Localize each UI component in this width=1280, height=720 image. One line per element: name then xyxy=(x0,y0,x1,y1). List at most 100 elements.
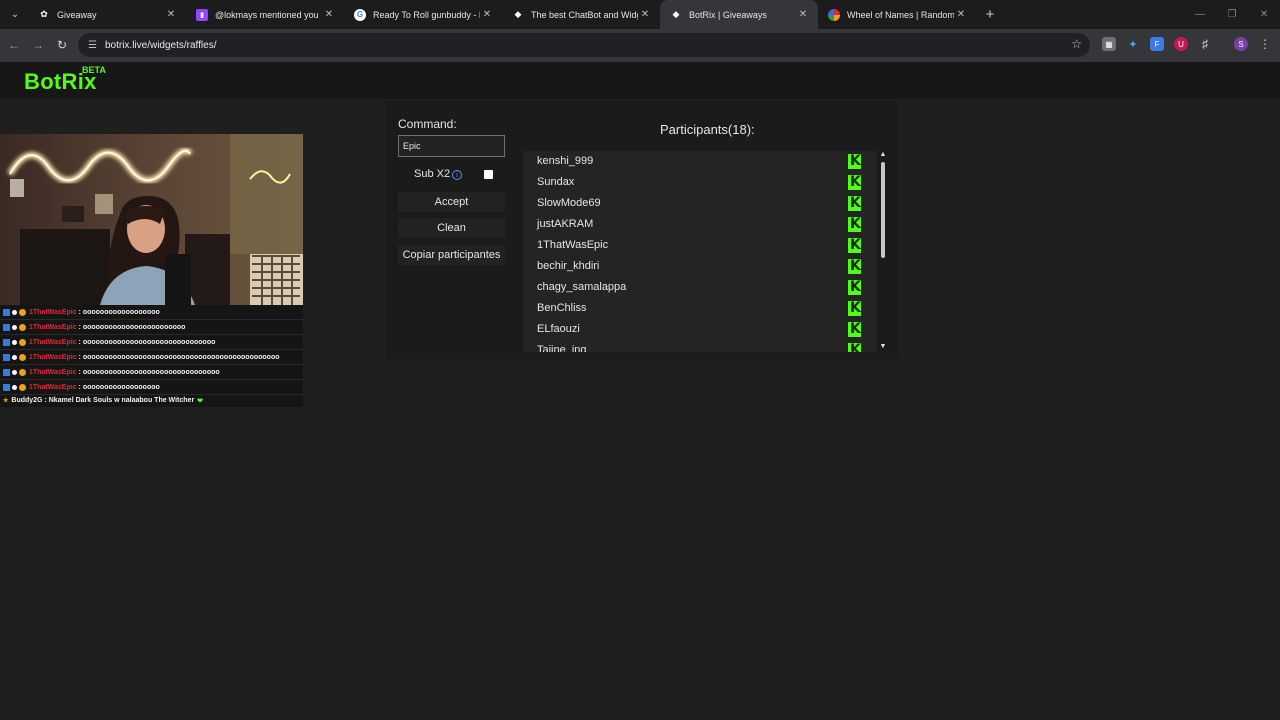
close-icon[interactable]: ✕ xyxy=(164,9,178,20)
scroll-down-arrow-icon[interactable]: ▼ xyxy=(879,343,887,353)
tab-search-chevron-icon[interactable]: ⌄ xyxy=(2,4,28,26)
badge-icon xyxy=(12,309,17,315)
chat-username: 1ThatWasEpic xyxy=(29,368,77,376)
chat-text: : oooooooooooooooooo xyxy=(78,383,160,391)
accept-button[interactable]: Accept xyxy=(398,192,505,212)
translate-extension-icon[interactable]: ✦ xyxy=(1126,37,1140,51)
wheel-icon xyxy=(828,8,840,21)
badge-icon xyxy=(19,308,26,316)
tab-botrix-giveaways[interactable]: ◆ BotRix | Giveaways ✕ xyxy=(660,0,818,29)
participant-name: BenChliss xyxy=(537,302,587,314)
new-tab-button[interactable]: + xyxy=(976,6,1004,23)
participant-name: Tajine_ing xyxy=(537,344,587,352)
close-icon[interactable]: ✕ xyxy=(954,9,968,20)
badge-icon xyxy=(3,353,10,361)
reload-icon[interactable]: ↻ xyxy=(50,38,74,52)
chat-text: : oooooooooooooooooooooooooooooooo xyxy=(78,368,220,376)
chat-text: : oooooooooooooooooooooooo xyxy=(78,323,186,331)
site-header xyxy=(0,62,1280,99)
participant-name: chagy_samalappa xyxy=(537,281,627,293)
url-text: botrix.live/widgets/raffles/ xyxy=(104,39,217,51)
kick-icon: K xyxy=(848,258,861,274)
forward-icon[interactable]: → xyxy=(26,38,50,52)
extensions-puzzle-icon[interactable]: ♯ xyxy=(1198,37,1212,51)
info-icon[interactable]: i xyxy=(452,170,462,180)
badge-icon xyxy=(3,338,10,346)
chat-text: : oooooooooooooooooooooooooooooooooooooo… xyxy=(78,353,280,361)
extension-1-icon[interactable]: ▦ xyxy=(1102,37,1116,51)
participant-name: SlowMode69 xyxy=(537,197,601,209)
chat-text: : oooooooooooooooooo xyxy=(78,308,160,316)
webcam-image xyxy=(0,134,303,305)
extension-4-icon[interactable]: U xyxy=(1174,37,1188,51)
extension-3-icon[interactable]: F xyxy=(1150,37,1164,51)
site-info-icon[interactable]: ☰ xyxy=(88,40,97,51)
tab-title: Wheel of Names | Random nam xyxy=(847,9,954,20)
sub-x2-checkbox[interactable] xyxy=(484,170,493,179)
copy-participants-button[interactable]: Copiar participantes xyxy=(398,245,505,265)
list-item[interactable]: BenChliss K xyxy=(523,298,877,319)
address-bar[interactable]: ☰ botrix.live/widgets/raffles/ ☆ xyxy=(78,33,1090,57)
badge-icon xyxy=(3,383,10,391)
close-icon[interactable]: ✕ xyxy=(480,9,494,20)
tab-strip: ⌄ ✿ Giveaway ✕ ▮ @lokmays mentioned you … xyxy=(0,0,1280,29)
twitch-icon: ▮ xyxy=(196,8,208,21)
list-item[interactable]: Tajine_ing K xyxy=(523,340,877,352)
botrix-icon: ◆ xyxy=(672,9,680,19)
list-item[interactable]: kenshi_999 K xyxy=(523,151,877,172)
list-item[interactable]: chagy_samalappa K xyxy=(523,277,877,298)
badge-icon xyxy=(3,308,10,316)
green-heart-icon: ❤ xyxy=(197,397,204,405)
participant-name: bechir_khdiri xyxy=(537,260,600,272)
kick-icon: K xyxy=(848,174,861,190)
badge-icon xyxy=(3,323,10,331)
tab-chatbot[interactable]: ◆ The best ChatBot and Widgets ✕ xyxy=(502,0,660,29)
menu-kebab-icon[interactable]: ⋮ xyxy=(1258,37,1272,51)
toolbar: ← → ↻ ☰ botrix.live/widgets/raffles/ ☆ xyxy=(0,29,1280,60)
maximize-icon[interactable]: ❐ xyxy=(1216,0,1248,29)
list-item[interactable]: 1ThatWasEpic K xyxy=(523,235,877,256)
botrix-icon: ◆ xyxy=(514,9,522,19)
scrollbar-thumb[interactable] xyxy=(881,162,885,258)
close-window-icon[interactable]: ✕ xyxy=(1248,0,1280,29)
chat-username: 1ThatWasEpic xyxy=(29,383,77,391)
list-item[interactable]: SlowMode69 K xyxy=(523,193,877,214)
close-icon[interactable]: ✕ xyxy=(638,9,652,20)
tab-wheel-of-names[interactable]: Wheel of Names | Random nam ✕ xyxy=(818,0,976,29)
command-input[interactable] xyxy=(398,135,505,157)
badge-icon xyxy=(19,338,26,346)
participants-list[interactable]: kenshi_999 K Sundax K SlowMode69 K justAKRA… xyxy=(523,151,877,352)
chat-message: 1ThatWasEpic : ooooooooooooooooooooooooo… xyxy=(0,365,303,380)
list-item[interactable]: ELfaouzi K xyxy=(523,319,877,340)
clean-button[interactable]: Clean xyxy=(398,218,505,238)
tab-ready-to-roll[interactable]: G Ready To Roll gunbuddy - Reci ✕ xyxy=(344,0,502,29)
close-icon[interactable]: ✕ xyxy=(322,9,336,20)
list-item[interactable]: Sundax K xyxy=(523,172,877,193)
badge-icon xyxy=(12,324,17,330)
list-item[interactable]: justAKRAM K xyxy=(523,214,877,235)
participants-title: Participants(18): xyxy=(660,122,755,137)
tab-title: @lokmays mentioned you xyxy=(215,9,319,20)
sub-x2-label: Sub X2 xyxy=(414,168,451,180)
participant-name: Sundax xyxy=(537,176,575,188)
close-icon[interactable]: ✕ xyxy=(796,9,810,20)
minimize-icon[interactable]: — xyxy=(1184,0,1216,29)
list-item[interactable]: bechir_khdiri K xyxy=(523,256,877,277)
chat-message: 1ThatWasEpic : oooooooooooooooooooooooo xyxy=(0,320,303,335)
tab-title: Giveaway xyxy=(57,9,97,20)
command-label: Command: xyxy=(398,117,457,131)
kick-icon: K xyxy=(848,153,861,169)
participant-name: justAKRAM xyxy=(537,218,594,230)
tab-giveaway[interactable]: ✿ Giveaway ✕ xyxy=(28,0,186,29)
tab-mention[interactable]: ▮ @lokmays mentioned you ✕ xyxy=(186,0,344,29)
profile-avatar[interactable]: S xyxy=(1234,37,1248,51)
chat-message: ★ Buddy2G : Nkamel Dark Souls w nalaabou… xyxy=(0,393,303,408)
kick-icon: K xyxy=(848,195,861,211)
scroll-up-arrow-icon[interactable]: ▲ xyxy=(879,151,887,161)
bookmark-star-icon[interactable]: ☆ xyxy=(1071,37,1082,51)
chat-text: : ooooooooooooooooooooooooooooooo xyxy=(78,338,216,346)
badge-icon xyxy=(19,368,26,376)
badge-icon xyxy=(12,384,17,390)
back-icon[interactable]: ← xyxy=(2,38,26,52)
chat-message: 1ThatWasEpic : ooooooooooooooooooooooooo… xyxy=(0,350,303,365)
